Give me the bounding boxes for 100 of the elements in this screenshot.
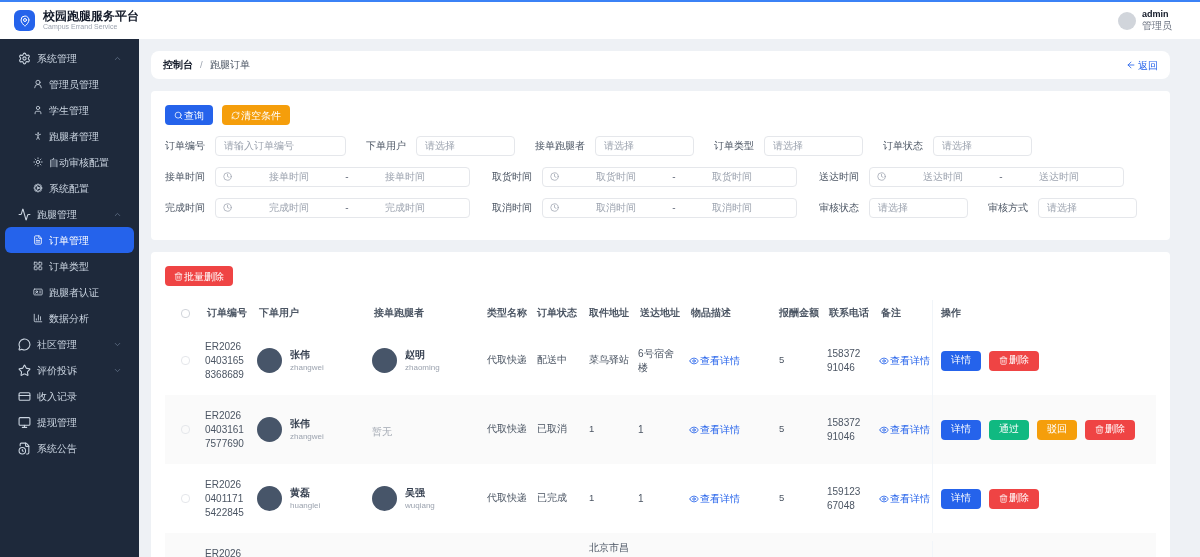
pickup-address: 菜鸟驿站 [588, 353, 630, 368]
gear-icon [18, 51, 31, 65]
eye-icon [879, 493, 889, 504]
select-field[interactable]: 请选择 [764, 135, 863, 156]
person-name: 张伟 [290, 348, 311, 362]
delete-button[interactable]: 删除 [989, 350, 1039, 371]
phone-cell-text: 15912367048 [827, 484, 862, 513]
column-header: 类型名称 [486, 305, 528, 320]
pickup-address: 1 [588, 491, 596, 506]
sidebar-item[interactable]: 自动审核配置 [5, 149, 134, 175]
sidebar-item[interactable]: 系统管理 [5, 45, 134, 71]
sidebar-item[interactable]: 数据分析 [5, 305, 134, 331]
checkbox[interactable] [180, 308, 190, 318]
field-label: 审核状态 [819, 201, 859, 215]
person-name: 张伟 [290, 417, 311, 431]
sidebar-item[interactable]: 学生管理 [5, 97, 134, 123]
app-title: 校园跑腿服务平台 [43, 8, 139, 24]
search-icon [174, 110, 183, 120]
type-cell-text: 代取快递 [486, 422, 528, 437]
grid-icon [33, 261, 43, 271]
delete-button[interactable]: 删除 [1085, 419, 1135, 440]
checkbox[interactable] [180, 494, 190, 503]
phone-cell-text: 15837291046 [827, 346, 862, 375]
empty-text: 暂无 [372, 425, 392, 437]
amount-cell-text: 5 [778, 422, 786, 437]
sidebar-item[interactable]: 跑腿者认证 [5, 279, 134, 305]
type-cell-text: 代取快递 [486, 353, 528, 368]
field-label: 审核方式 [988, 201, 1028, 215]
detail-button[interactable]: 详情 [941, 350, 981, 371]
column-header: 订单状态 [536, 305, 578, 320]
user-role: 管理员 [1142, 19, 1172, 33]
detail-button[interactable]: 详情 [941, 488, 981, 509]
view-details-link[interactable]: 查看详情 [890, 353, 930, 368]
clock-icon [223, 203, 232, 212]
eye-icon [879, 355, 889, 366]
username: zhaoming [405, 362, 440, 374]
view-details-link[interactable]: 查看详情 [700, 422, 740, 437]
sidebar-item[interactable]: 系统配置 [5, 175, 134, 201]
sidebar-item[interactable]: 订单类型 [5, 253, 134, 279]
detail-button[interactable]: 详情 [941, 419, 981, 440]
card-icon [18, 389, 31, 403]
select-field[interactable]: 请选择 [869, 197, 968, 218]
refresh-icon [231, 110, 240, 120]
trash-icon [174, 271, 183, 281]
field-label: 订单编号 [165, 139, 205, 153]
avatar-photo-placeholder [257, 486, 282, 511]
select-field[interactable]: 请选择 [595, 135, 694, 156]
sidebar-item[interactable]: 系统公告 [5, 435, 134, 461]
date-range-field[interactable]: 接单时间 - 接单时间 [215, 166, 470, 187]
view-details-link[interactable]: 查看详情 [700, 353, 740, 368]
avatar-photo-placeholder [372, 486, 397, 511]
username: zhangwei [290, 431, 324, 443]
bar-chart-icon [33, 313, 43, 323]
field-label: 订单状态 [883, 139, 923, 153]
sidebar-item[interactable]: 订单管理 [5, 227, 134, 253]
eye-icon [689, 493, 699, 504]
search-button[interactable]: 查询 [165, 105, 213, 125]
sidebar-item[interactable]: 提现管理 [5, 409, 134, 435]
view-details-link[interactable]: 查看详情 [700, 491, 740, 506]
batch-delete-button[interactable]: 批量删除 [165, 266, 233, 286]
breadcrumb-item[interactable]: 控制台 [163, 57, 193, 73]
sidebar-item[interactable]: 评价投诉 [5, 357, 134, 383]
select-field[interactable]: 请选择 [416, 135, 515, 156]
sidebar-item[interactable]: 社区管理 [5, 331, 134, 357]
field-label: 接单时间 [165, 170, 205, 184]
column-header: 下单用户 [258, 305, 300, 320]
checkbox[interactable] [180, 356, 190, 365]
input-field[interactable]: 请输入订单编号 [215, 135, 346, 156]
avatar-photo-placeholder [257, 348, 282, 373]
column-header: 物品描述 [690, 305, 732, 320]
sidebar-item[interactable]: 跑腿管理 [5, 201, 134, 227]
delete-button[interactable]: 删除 [989, 488, 1039, 509]
phone-cell-text: 15837291046 [827, 415, 862, 444]
date-range-field[interactable]: 取消时间 - 取消时间 [542, 197, 797, 218]
breadcrumb-item[interactable]: 跑腿订单 [209, 57, 250, 73]
eye-icon [689, 424, 699, 435]
order-number: ER202604031617577690 [205, 408, 245, 451]
arrow-left-icon [1126, 60, 1136, 70]
clock-icon [550, 172, 559, 181]
select-field[interactable]: 请选择 [1038, 197, 1137, 218]
field-label: 取货时间 [492, 170, 532, 184]
user-avatar[interactable] [1118, 11, 1136, 30]
select-field[interactable]: 请选择 [933, 135, 1032, 156]
sidebar-item[interactable]: 管理员管理 [5, 71, 134, 97]
user-icon [33, 105, 43, 115]
person-name: 黄磊 [290, 486, 311, 500]
trash-icon [999, 494, 1008, 503]
sidebar-item[interactable]: 跑腿者管理 [5, 123, 134, 149]
back-link[interactable]: 返回 [1138, 57, 1158, 73]
sidebar-item[interactable]: 收入记录 [5, 383, 134, 409]
view-details-link[interactable]: 查看详情 [890, 491, 930, 506]
date-range-field[interactable]: 取货时间 - 取货时间 [542, 166, 797, 187]
amount-cell-text: 5 [778, 491, 786, 506]
delivery-address: 1 [638, 491, 645, 506]
type-cell-text: 代取快递 [486, 491, 528, 506]
user-name: admin [1142, 8, 1170, 20]
date-range-field[interactable]: 完成时间 - 完成时间 [215, 197, 470, 218]
amount-cell-text: 5 [778, 353, 786, 368]
view-details-link[interactable]: 查看详情 [890, 422, 930, 437]
date-range-field[interactable]: 送达时间 - 送达时间 [869, 166, 1124, 187]
